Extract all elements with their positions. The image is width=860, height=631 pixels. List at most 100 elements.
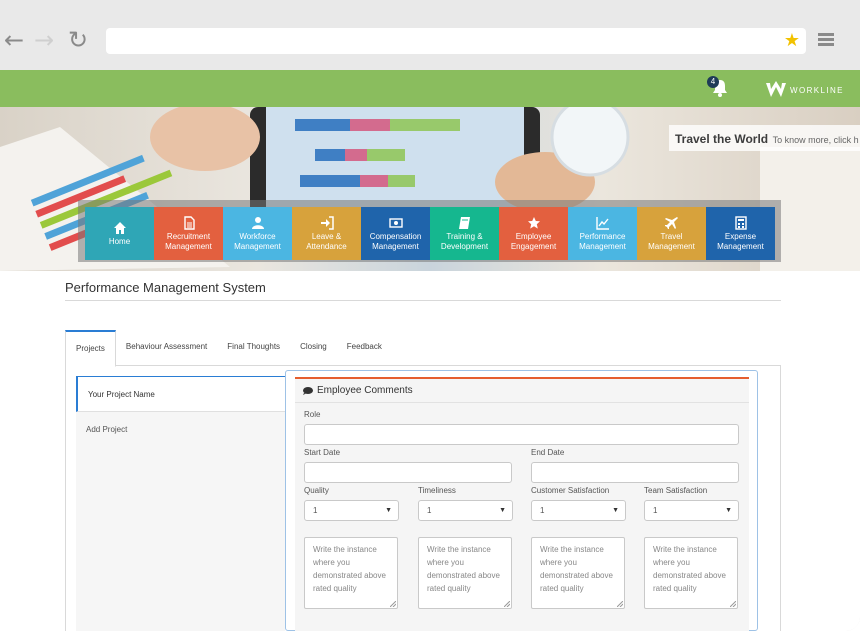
quality-comment-textarea[interactable]: Write the instance where you demonstrate… [304,537,398,609]
sign-in-icon [320,215,334,230]
card-title: Employee Comments [317,385,413,396]
start-date-label: Start Date [304,448,341,457]
project-list: Your Project Name Add Project [76,376,285,631]
back-arrow-icon[interactable]: ← [4,28,24,52]
team-satisfaction-comment-textarea[interactable]: Write the instance where you demonstrate… [644,537,738,609]
notification-count-badge: 4 [707,76,719,88]
card-header: Employee Comments [295,379,749,403]
module-recruitment[interactable]: Recruitment Management [154,207,223,260]
team-satisfaction-select-value: 1 [653,506,658,515]
project-item-your-project[interactable]: Your Project Name [76,376,285,412]
notification-bell[interactable]: 4 [707,76,729,98]
module-home[interactable]: Home [85,207,154,260]
module-label: Performance Management [579,231,626,251]
module-label: Workforce Management [234,231,281,251]
add-project-button[interactable]: Add Project [76,412,285,448]
module-expense[interactable]: Expense Management [706,207,775,260]
team-satisfaction-select[interactable]: 1 ▼ [644,500,739,521]
module-label: Expense Management [717,231,764,251]
timeliness-comment-textarea[interactable]: Write the instance where you demonstrate… [418,537,512,609]
module-leave-attendance[interactable]: Leave & Attendance [292,207,361,260]
main-content: Performance Management System Projects B… [0,271,860,631]
textarea-placeholder: Write the instance where you demonstrate… [653,545,726,593]
reload-icon[interactable]: ↻ [68,28,88,52]
calculator-icon [734,215,747,230]
tab-final-thoughts[interactable]: Final Thoughts [217,330,290,366]
logo-text: WORKLINE [790,85,844,95]
timeliness-label: Timeliness [418,486,456,495]
resize-handle-icon[interactable] [617,601,623,607]
hamburger-icon[interactable] [818,33,834,47]
workline-logo: WORKLINE [766,80,844,100]
module-navigation: Home Recruitment Management Workforce Ma… [78,200,781,262]
tab-behaviour-assessment[interactable]: Behaviour Assessment [116,330,217,366]
travel-banner-subtitle: To know more, click h [772,135,859,145]
hero-banner: Travel the World To know more, click h H… [0,107,860,271]
travel-banner-title: Travel the World [675,132,769,146]
forward-arrow-icon[interactable]: → [34,28,54,52]
module-label: Compensation Management [369,231,422,251]
line-chart-icon [595,216,609,230]
module-compensation[interactable]: Compensation Management [361,207,430,260]
caret-down-icon: ▼ [385,507,392,514]
address-bar[interactable]: ★ [106,28,806,54]
logo-mark-icon [766,81,786,97]
module-label: Recruitment Management [165,231,212,251]
tab-projects[interactable]: Projects [65,330,116,367]
customer-satisfaction-label: Customer Satisfaction [531,486,610,495]
quality-select-value: 1 [313,506,318,515]
quality-label: Quality [304,486,329,495]
home-icon [113,221,126,234]
user-icon [251,216,264,229]
browser-window: ← → ↻ ★ 4 WORKLINE Travel the World To k… [0,0,860,631]
end-date-label: End Date [531,448,565,457]
textarea-placeholder: Write the instance where you demonstrate… [313,545,386,593]
module-label: Leave & Attendance [306,231,347,251]
timeliness-select[interactable]: 1 ▼ [418,500,513,521]
module-label: Training & Development [440,231,489,251]
customer-satisfaction-comment-textarea[interactable]: Write the instance where you demonstrate… [531,537,625,609]
caret-down-icon: ▼ [612,507,619,514]
employee-comments-card: Employee Comments Role Start Date End Da… [285,370,758,631]
resize-handle-icon[interactable] [390,601,396,607]
start-date-input[interactable] [304,462,512,483]
module-label: Employee Engagement [510,231,557,251]
app-header: 4 WORKLINE [0,70,860,107]
tab-bar: Projects Behaviour Assessment Final Thou… [65,330,781,367]
comment-icon [303,386,313,395]
tab-feedback[interactable]: Feedback [337,330,392,366]
customer-satisfaction-select[interactable]: 1 ▼ [531,500,626,521]
timeliness-select-value: 1 [427,506,432,515]
tab-closing[interactable]: Closing [290,330,337,366]
resize-handle-icon[interactable] [730,601,736,607]
module-training[interactable]: Training & Development [430,207,499,260]
caret-down-icon: ▼ [725,507,732,514]
plane-icon [664,216,678,229]
team-satisfaction-label: Team Satisfaction [644,486,708,495]
star-icon[interactable]: ★ [784,30,800,51]
module-workforce[interactable]: Workforce Management [223,207,292,260]
tab-panel-projects: Your Project Name Add Project Employee C… [65,366,781,631]
page-title: Performance Management System [65,280,266,295]
module-performance[interactable]: Performance Management [568,207,637,260]
role-label: Role [304,410,321,419]
module-label: Travel Management [648,231,695,251]
quality-select[interactable]: 1 ▼ [304,500,399,521]
role-input[interactable] [304,424,739,445]
resize-handle-icon[interactable] [504,601,510,607]
title-divider [65,300,781,301]
book-icon [458,216,470,229]
money-icon [388,217,403,228]
browser-toolbar: ← → ↻ ★ [0,0,860,70]
end-date-input[interactable] [531,462,739,483]
travel-promo-banner[interactable]: Travel the World To know more, click h [669,125,860,151]
module-engagement[interactable]: Employee Engagement [499,207,568,260]
textarea-placeholder: Write the instance where you demonstrate… [427,545,500,593]
star-icon [527,216,540,229]
customer-satisfaction-select-value: 1 [540,506,545,515]
textarea-placeholder: Write the instance where you demonstrate… [540,545,613,593]
module-travel[interactable]: Travel Management [637,207,706,260]
module-label: Home [108,236,131,246]
document-icon [183,215,195,230]
caret-down-icon: ▼ [499,507,506,514]
